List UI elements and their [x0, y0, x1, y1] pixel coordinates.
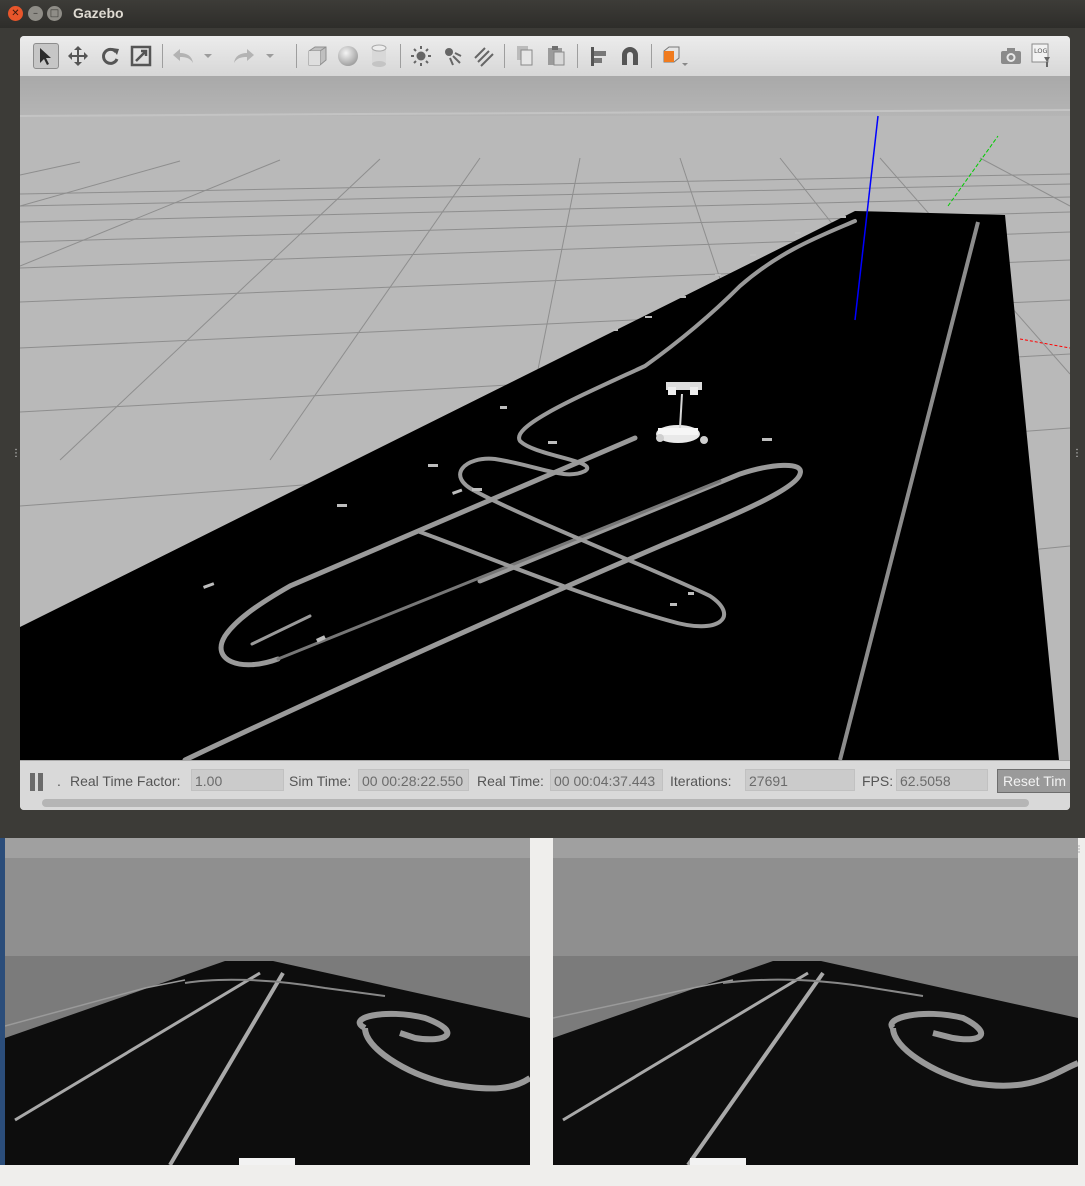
status-bar: . Real Time Factor: 1.00 Sim Time: 00 00… — [20, 760, 1070, 810]
pause-button[interactable] — [30, 773, 46, 791]
undo-history-icon[interactable] — [201, 43, 215, 69]
fps-label: FPS: — [862, 773, 894, 789]
left-panel-handle[interactable]: ⋮ — [11, 448, 21, 459]
view-angle-icon[interactable] — [660, 43, 690, 69]
log-icon[interactable]: LOG — [1028, 43, 1054, 69]
cylinder-icon[interactable] — [366, 43, 392, 69]
real-time-factor-label: Real Time Factor: — [70, 773, 181, 789]
iterations-label: Iterations: — [670, 773, 732, 789]
undo-icon[interactable] — [170, 43, 196, 69]
window-maximize-button[interactable]: □ — [47, 6, 62, 21]
screenshot-camera-icon[interactable] — [998, 43, 1024, 69]
toolbar: LOG — [20, 36, 1070, 77]
window-title: Gazebo — [73, 5, 124, 21]
redo-icon[interactable] — [231, 43, 257, 69]
sim-time-label: Sim Time: — [289, 773, 352, 789]
step-button[interactable]: . — [57, 773, 61, 789]
real-time-value: 00 00:04:37.443 — [550, 769, 663, 791]
log-icon-label: LOG — [1034, 47, 1048, 55]
translate-icon[interactable] — [65, 43, 91, 69]
directional-light-icon[interactable] — [470, 43, 496, 69]
real-time-factor-value: 1.00 — [191, 769, 284, 791]
spot-light-icon[interactable] — [439, 43, 465, 69]
align-icon[interactable] — [586, 43, 612, 69]
box-icon[interactable] — [304, 43, 330, 69]
copy-icon[interactable] — [512, 43, 538, 69]
real-time-label: Real Time: — [477, 773, 544, 789]
camera-view-left — [5, 838, 530, 1165]
reset-time-button[interactable]: Reset Tim — [997, 769, 1070, 793]
gazebo-main-panel: LOG . Real Time Factor: 1.00 Sim Time: 0… — [20, 36, 1070, 810]
3d-viewport[interactable] — [20, 76, 1070, 760]
select-arrow-icon[interactable] — [33, 43, 59, 69]
window-minimize-button[interactable]: – — [28, 6, 43, 21]
window-close-button[interactable]: ✕ — [8, 6, 23, 21]
redo-history-icon[interactable] — [263, 43, 277, 69]
rotate-icon[interactable] — [97, 43, 123, 69]
right-panel-handle[interactable]: ⋮ — [1072, 448, 1082, 459]
iterations-value: 27691 — [745, 769, 855, 791]
fps-value: 62.5058 — [896, 769, 988, 791]
window-titlebar: ✕ – □ Gazebo — [0, 0, 1085, 28]
camera-view-right — [553, 838, 1078, 1165]
scale-icon[interactable] — [128, 43, 154, 69]
horizontal-scrollbar[interactable] — [42, 799, 1029, 807]
sphere-icon[interactable] — [335, 43, 361, 69]
snap-magnet-icon[interactable] — [617, 43, 643, 69]
sim-time-value: 00 00:28:22.550 — [358, 769, 469, 791]
bottom-strip — [0, 1165, 1085, 1186]
scene-render — [20, 76, 1070, 760]
point-light-icon[interactable] — [408, 43, 434, 69]
paste-icon[interactable] — [543, 43, 569, 69]
